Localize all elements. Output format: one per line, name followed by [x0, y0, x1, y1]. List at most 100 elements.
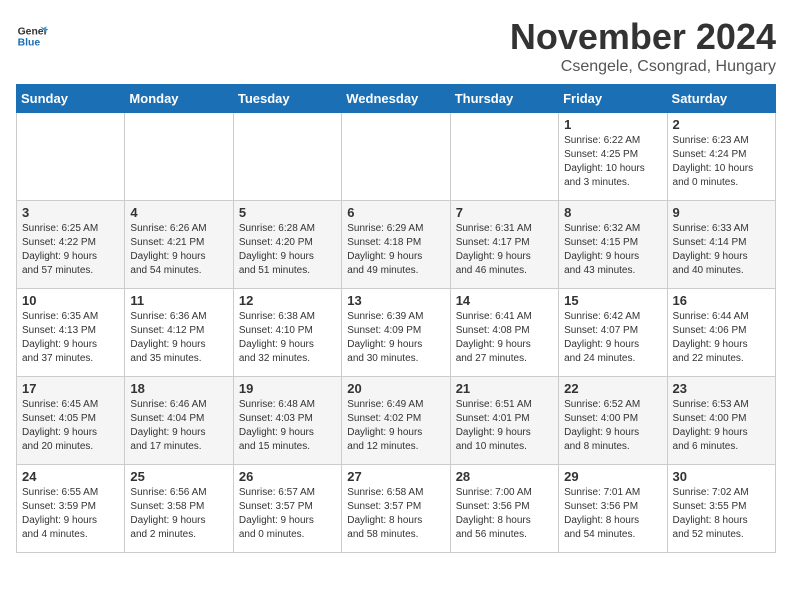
cell-info: Sunrise: 6:44 AM Sunset: 4:06 PM Dayligh…	[673, 310, 770, 366]
cell-day-number: 10	[22, 293, 119, 308]
cell-info: Sunrise: 6:39 AM Sunset: 4:09 PM Dayligh…	[347, 310, 444, 366]
calendar-cell	[342, 113, 450, 201]
cell-day-number: 30	[673, 469, 770, 484]
day-header-sunday: Sunday	[17, 85, 125, 113]
cell-info: Sunrise: 6:48 AM Sunset: 4:03 PM Dayligh…	[239, 398, 336, 454]
calendar-cell: 27Sunrise: 6:58 AM Sunset: 3:57 PM Dayli…	[342, 465, 450, 553]
cell-day-number: 24	[22, 469, 119, 484]
cell-info: Sunrise: 6:38 AM Sunset: 4:10 PM Dayligh…	[239, 310, 336, 366]
week-row-2: 3 Sunrise: 6:25 AM Sunset: 4:22 PM Daylig…	[17, 201, 776, 289]
header-row: SundayMondayTuesdayWednesdayThursdayFrid…	[17, 85, 776, 113]
cell-day-number: 3	[22, 205, 119, 220]
logo: General Blue	[16, 20, 48, 52]
cell-day-number: 15	[564, 293, 661, 308]
calendar-cell: 25 Sunrise: 6:56 AM Sunset: 3:58 PM Dayli…	[125, 465, 233, 553]
cell-info: Sunrise: 6:29 AM Sunset: 4:18 PM Dayligh…	[347, 222, 444, 278]
cell-day-number: 23	[673, 381, 770, 396]
cell-info: Sunrise: 6:51 AM Sunset: 4:01 PM Dayligh…	[456, 398, 553, 454]
calendar-cell: 21 Sunrise: 6:51 AM Sunset: 4:01 PM Dayli…	[450, 377, 558, 465]
location-title: Csengele, Csongrad, Hungary	[510, 58, 776, 76]
day-header-tuesday: Tuesday	[233, 85, 341, 113]
cell-info: Sunrise: 6:28 AM Sunset: 4:20 PM Dayligh…	[239, 222, 336, 278]
calendar-cell: 12 Sunrise: 6:38 AM Sunset: 4:10 PM Dayli…	[233, 289, 341, 377]
calendar-cell: 15 Sunrise: 6:42 AM Sunset: 4:07 PM Dayli…	[559, 289, 667, 377]
week-row-1: 1Sunrise: 6:22 AM Sunset: 4:25 PM Daylig…	[17, 113, 776, 201]
cell-day-number: 12	[239, 293, 336, 308]
cell-day-number: 17	[22, 381, 119, 396]
cell-info: Sunrise: 6:32 AM Sunset: 4:15 PM Dayligh…	[564, 222, 661, 278]
cell-info: Sunrise: 6:53 AM Sunset: 4:00 PM Dayligh…	[673, 398, 770, 454]
cell-info: Sunrise: 6:25 AM Sunset: 4:22 PM Dayligh…	[22, 222, 119, 278]
calendar-cell: 8 Sunrise: 6:32 AM Sunset: 4:15 PM Daylig…	[559, 201, 667, 289]
cell-day-number: 11	[130, 293, 227, 308]
calendar-cell	[450, 113, 558, 201]
cell-info: Sunrise: 6:42 AM Sunset: 4:07 PM Dayligh…	[564, 310, 661, 366]
cell-day-number: 1	[564, 117, 661, 132]
cell-day-number: 7	[456, 205, 553, 220]
calendar-cell: 4 Sunrise: 6:26 AM Sunset: 4:21 PM Daylig…	[125, 201, 233, 289]
cell-info: Sunrise: 6:36 AM Sunset: 4:12 PM Dayligh…	[130, 310, 227, 366]
cell-day-number: 26	[239, 469, 336, 484]
cell-day-number: 9	[673, 205, 770, 220]
calendar-cell: 23 Sunrise: 6:53 AM Sunset: 4:00 PM Dayli…	[667, 377, 775, 465]
calendar-cell: 2Sunrise: 6:23 AM Sunset: 4:24 PM Daylig…	[667, 113, 775, 201]
cell-info: Sunrise: 6:33 AM Sunset: 4:14 PM Dayligh…	[673, 222, 770, 278]
calendar-cell: 16 Sunrise: 6:44 AM Sunset: 4:06 PM Dayli…	[667, 289, 775, 377]
calendar-table: SundayMondayTuesdayWednesdayThursdayFrid…	[16, 84, 776, 553]
cell-day-number: 29	[564, 469, 661, 484]
calendar-cell: 13 Sunrise: 6:39 AM Sunset: 4:09 PM Dayli…	[342, 289, 450, 377]
cell-info: Sunrise: 6:23 AM Sunset: 4:24 PM Dayligh…	[673, 134, 770, 190]
calendar-cell: 29 Sunrise: 7:01 AM Sunset: 3:56 PM Dayli…	[559, 465, 667, 553]
calendar-cell: 1Sunrise: 6:22 AM Sunset: 4:25 PM Daylig…	[559, 113, 667, 201]
day-header-friday: Friday	[559, 85, 667, 113]
logo-icon: General Blue	[16, 20, 48, 52]
cell-day-number: 5	[239, 205, 336, 220]
cell-day-number: 18	[130, 381, 227, 396]
cell-info: Sunrise: 6:45 AM Sunset: 4:05 PM Dayligh…	[22, 398, 119, 454]
calendar-cell: 9 Sunrise: 6:33 AM Sunset: 4:14 PM Daylig…	[667, 201, 775, 289]
cell-day-number: 14	[456, 293, 553, 308]
cell-day-number: 13	[347, 293, 444, 308]
cell-day-number: 20	[347, 381, 444, 396]
cell-day-number: 21	[456, 381, 553, 396]
cell-info: Sunrise: 6:35 AM Sunset: 4:13 PM Dayligh…	[22, 310, 119, 366]
month-title: November 2024	[510, 16, 776, 58]
calendar-cell	[17, 113, 125, 201]
cell-info: Sunrise: 6:58 AM Sunset: 3:57 PM Dayligh…	[347, 486, 444, 542]
calendar-cell: 10 Sunrise: 6:35 AM Sunset: 4:13 PM Dayli…	[17, 289, 125, 377]
cell-info: Sunrise: 7:00 AM Sunset: 3:56 PM Dayligh…	[456, 486, 553, 542]
cell-info: Sunrise: 6:49 AM Sunset: 4:02 PM Dayligh…	[347, 398, 444, 454]
cell-day-number: 22	[564, 381, 661, 396]
cell-info: Sunrise: 7:01 AM Sunset: 3:56 PM Dayligh…	[564, 486, 661, 542]
cell-day-number: 8	[564, 205, 661, 220]
calendar-cell: 3 Sunrise: 6:25 AM Sunset: 4:22 PM Daylig…	[17, 201, 125, 289]
calendar-cell: 14Sunrise: 6:41 AM Sunset: 4:08 PM Dayli…	[450, 289, 558, 377]
cell-day-number: 28	[456, 469, 553, 484]
calendar-cell: 30 Sunrise: 7:02 AM Sunset: 3:55 PM Dayli…	[667, 465, 775, 553]
calendar-cell	[233, 113, 341, 201]
cell-day-number: 25	[130, 469, 227, 484]
calendar-cell: 6Sunrise: 6:29 AM Sunset: 4:18 PM Daylig…	[342, 201, 450, 289]
calendar-cell: 26 Sunrise: 6:57 AM Sunset: 3:57 PM Dayli…	[233, 465, 341, 553]
week-row-5: 24 Sunrise: 6:55 AM Sunset: 3:59 PM Dayli…	[17, 465, 776, 553]
cell-day-number: 16	[673, 293, 770, 308]
cell-info: Sunrise: 6:55 AM Sunset: 3:59 PM Dayligh…	[22, 486, 119, 542]
day-header-saturday: Saturday	[667, 85, 775, 113]
page-header: General Blue November 2024 Csengele, Cso…	[16, 16, 776, 76]
cell-info: Sunrise: 6:26 AM Sunset: 4:21 PM Dayligh…	[130, 222, 227, 278]
cell-info: Sunrise: 6:56 AM Sunset: 3:58 PM Dayligh…	[130, 486, 227, 542]
calendar-cell: 24 Sunrise: 6:55 AM Sunset: 3:59 PM Dayli…	[17, 465, 125, 553]
cell-info: Sunrise: 7:02 AM Sunset: 3:55 PM Dayligh…	[673, 486, 770, 542]
week-row-3: 10 Sunrise: 6:35 AM Sunset: 4:13 PM Dayli…	[17, 289, 776, 377]
day-header-thursday: Thursday	[450, 85, 558, 113]
day-header-monday: Monday	[125, 85, 233, 113]
calendar-cell: 20 Sunrise: 6:49 AM Sunset: 4:02 PM Dayli…	[342, 377, 450, 465]
day-header-wednesday: Wednesday	[342, 85, 450, 113]
calendar-cell: 5 Sunrise: 6:28 AM Sunset: 4:20 PM Daylig…	[233, 201, 341, 289]
calendar-cell: 17 Sunrise: 6:45 AM Sunset: 4:05 PM Dayli…	[17, 377, 125, 465]
svg-text:Blue: Blue	[18, 38, 41, 49]
week-row-4: 17 Sunrise: 6:45 AM Sunset: 4:05 PM Dayli…	[17, 377, 776, 465]
cell-info: Sunrise: 6:57 AM Sunset: 3:57 PM Dayligh…	[239, 486, 336, 542]
cell-day-number: 4	[130, 205, 227, 220]
calendar-cell: 19Sunrise: 6:48 AM Sunset: 4:03 PM Dayli…	[233, 377, 341, 465]
